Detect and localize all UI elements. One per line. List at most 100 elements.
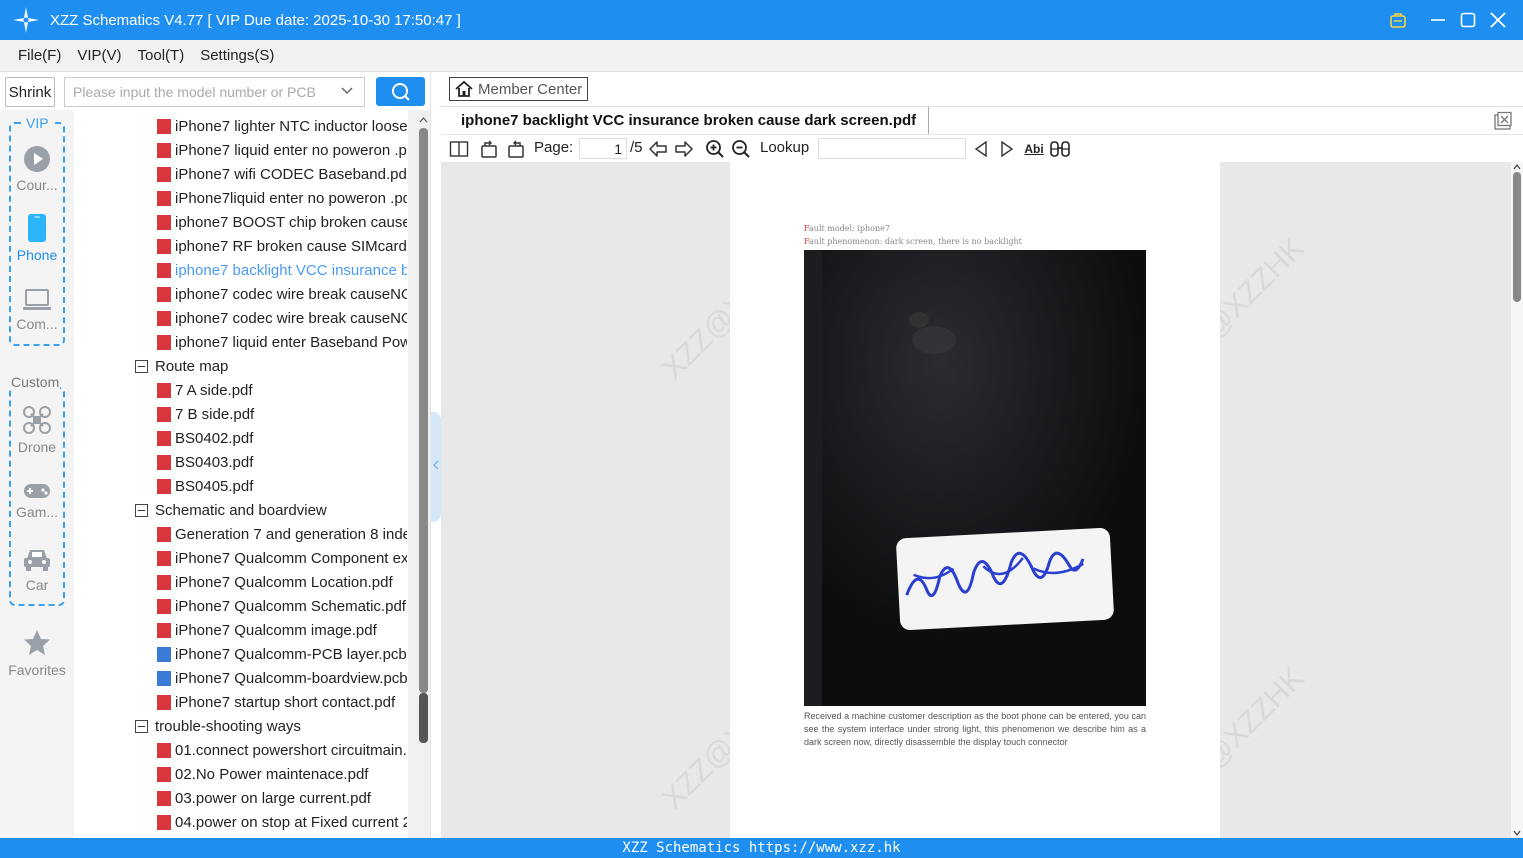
rotate-right-button[interactable] (505, 138, 527, 160)
lookup-input[interactable] (818, 138, 966, 159)
category-drone[interactable]: Drone (0, 405, 74, 455)
play-circle-icon (24, 146, 50, 172)
pdf-file-icon (157, 382, 171, 398)
tree-file-item[interactable]: BS0403.pdf (157, 450, 407, 474)
tree-item-label: iphone7 codec wire break causeNO.pdf (175, 285, 407, 303)
tree-file-item[interactable]: 03.power on large current.pdf (157, 786, 407, 810)
collapse-handle[interactable] (431, 412, 441, 522)
tree-file-item[interactable]: iPhone7 Qualcomm Component explain.pdf (157, 546, 407, 570)
tree-file-item[interactable]: iphone7 liquid enter Baseband Power.pdf (157, 330, 407, 354)
tree-file-item[interactable]: 01.connect powershort circuitmain.pdf (157, 738, 407, 762)
tree-file-item[interactable]: BS0402.pdf (157, 426, 407, 450)
viewer-scroll-thumb[interactable] (1513, 172, 1521, 302)
category-computer[interactable]: Com... (0, 288, 74, 332)
tree-file-item[interactable]: iPhone7 Qualcomm-PCB layer.pcb (157, 642, 407, 666)
scroll-up-arrow-icon[interactable] (419, 116, 428, 123)
tree-file-item[interactable]: iPhone7 lighter NTC inductor loose.pdf (157, 114, 407, 138)
document-caption: Received a machine customer description … (804, 711, 1146, 747)
menu-vip[interactable]: VIP(V) (77, 47, 121, 64)
tree-file-item[interactable]: 7 A side.pdf (157, 378, 407, 402)
chevron-down-icon[interactable] (340, 84, 354, 98)
binocular-search-button[interactable] (1049, 138, 1071, 160)
tree-item-label: iPhone7 lighter NTC inductor loose.pdf (175, 117, 407, 135)
category-game[interactable]: Gam... (0, 482, 74, 520)
tree-folder[interactable]: Route map (135, 354, 228, 378)
collapse-toggle-icon[interactable] (135, 359, 148, 373)
search-button[interactable] (376, 77, 425, 106)
pdf-viewer[interactable]: XZZ@XZZHK XZZ@XZZHK XZZ@XZZHK XZZ@XZZHK … (441, 162, 1511, 838)
scroll-up-arrow-icon[interactable] (1513, 164, 1521, 170)
tree-file-item[interactable]: BS0405.pdf (157, 474, 407, 498)
find-previous-button[interactable] (971, 138, 991, 160)
tree-file-item[interactable]: iPhone7liquid enter no poweron .pdf (157, 186, 407, 210)
tree-file-item[interactable]: iPhone7 Qualcomm image.pdf (157, 618, 407, 642)
search-input[interactable] (73, 84, 333, 100)
tree-item-label: iphone7 backlight VCC insurance broken c… (175, 261, 407, 279)
tree-file-item[interactable]: iphone7 backlight VCC insurance broken c… (157, 258, 407, 282)
rotate-left-button[interactable] (478, 138, 500, 160)
close-button[interactable] (1484, 6, 1512, 34)
tree-file-item[interactable]: iPhone7 wifi CODEC Baseband.pdf (157, 162, 407, 186)
search-combobox[interactable] (64, 77, 365, 107)
panel-splitter[interactable] (430, 72, 441, 838)
menu-settings[interactable]: Settings(S) (200, 47, 274, 64)
pcb-file-icon (157, 670, 171, 686)
lookup-label: Lookup (760, 139, 810, 156)
tree-file-item[interactable]: iPhone7 Qualcomm Location.pdf (157, 570, 407, 594)
page-number-input[interactable] (579, 138, 627, 159)
tree-file-item[interactable]: iPhone7 Qualcomm Schematic.pdf (157, 594, 407, 618)
tree-file-item[interactable]: iPhone7 liquid enter no poweron .pdf (157, 138, 407, 162)
two-page-view-button[interactable] (448, 138, 470, 160)
chevron-left-icon (433, 460, 439, 470)
maximize-button[interactable] (1454, 6, 1482, 34)
tree-file-item[interactable]: iphone7 BOOST chip broken cause.pdf (157, 210, 407, 234)
match-case-button[interactable]: Abi (1023, 138, 1045, 160)
search-icon (391, 82, 410, 101)
pdf-file-icon (157, 742, 171, 758)
tree-folder[interactable]: trouble-shooting ways (135, 714, 301, 738)
triangle-left-icon (974, 141, 987, 157)
shrink-button[interactable]: Shrink (5, 77, 55, 107)
fault-phenomenon-line: Fault phenomenon: dark screen, there is … (804, 237, 1022, 246)
zoom-in-icon (706, 140, 724, 158)
tree-file-item[interactable]: iPhone7 Qualcomm-boardview.pcb (157, 666, 407, 690)
zoom-in-button[interactable] (704, 138, 726, 160)
pdf-file-icon (157, 310, 171, 326)
tree-file-item[interactable]: 04.power on stop at Fixed current 2.pdf (157, 810, 407, 834)
tree-scroll-thumb-lower[interactable] (419, 693, 428, 743)
viewer-scrollbar[interactable] (1511, 162, 1523, 838)
tree-item-label: iPhone7 Qualcomm image.pdf (175, 621, 377, 639)
collapse-toggle-icon[interactable] (135, 503, 148, 517)
category-favorites[interactable]: Favorites (0, 628, 74, 678)
vip-bag-icon[interactable] (1384, 6, 1412, 34)
category-phone[interactable]: Phone (0, 213, 74, 263)
menu-tool[interactable]: Tool(T) (138, 47, 185, 64)
category-courses[interactable]: Cour... (0, 145, 74, 193)
pdf-file-icon (157, 142, 171, 158)
member-center-button[interactable]: Member Center (449, 77, 588, 101)
next-page-button[interactable] (673, 138, 695, 160)
tree-file-item[interactable]: 7 B side.pdf (157, 402, 407, 426)
menu-file[interactable]: File(F) (18, 47, 61, 64)
pdf-file-icon (157, 190, 171, 206)
collapse-toggle-icon[interactable] (135, 719, 148, 733)
tree-scrollbar[interactable] (408, 110, 430, 838)
category-car[interactable]: Car (0, 547, 74, 593)
tree-file-item[interactable]: Generation 7 and generation 8 index.pdf (157, 522, 407, 546)
zoom-out-button[interactable] (730, 138, 752, 160)
pcb-file-icon (157, 646, 171, 662)
scroll-down-arrow-icon[interactable] (1513, 830, 1521, 836)
tree-file-item[interactable]: iPhone7 startup short contact.pdf (157, 690, 407, 714)
close-tab-icon[interactable] (1493, 111, 1513, 131)
tree-file-item[interactable]: iphone7 RF broken cause SIMcard.pdf (157, 234, 407, 258)
document-tab[interactable]: iphone7 backlight VCC insurance broken c… (449, 107, 930, 134)
find-next-button[interactable] (997, 138, 1017, 160)
minimize-button[interactable] (1424, 6, 1452, 34)
tree-file-item[interactable]: iphone7 codec wire break causeNO.pdf (157, 282, 407, 306)
previous-page-button[interactable] (647, 138, 669, 160)
page-label: Page: (534, 139, 574, 156)
tree-folder[interactable]: Schematic and boardview (135, 498, 327, 522)
tree-file-item[interactable]: iphone7 codec wire break causeNO.pdf (157, 306, 407, 330)
tree-file-item[interactable]: 02.No Power maintenace.pdf (157, 762, 407, 786)
tree-scroll-thumb[interactable] (419, 128, 428, 693)
